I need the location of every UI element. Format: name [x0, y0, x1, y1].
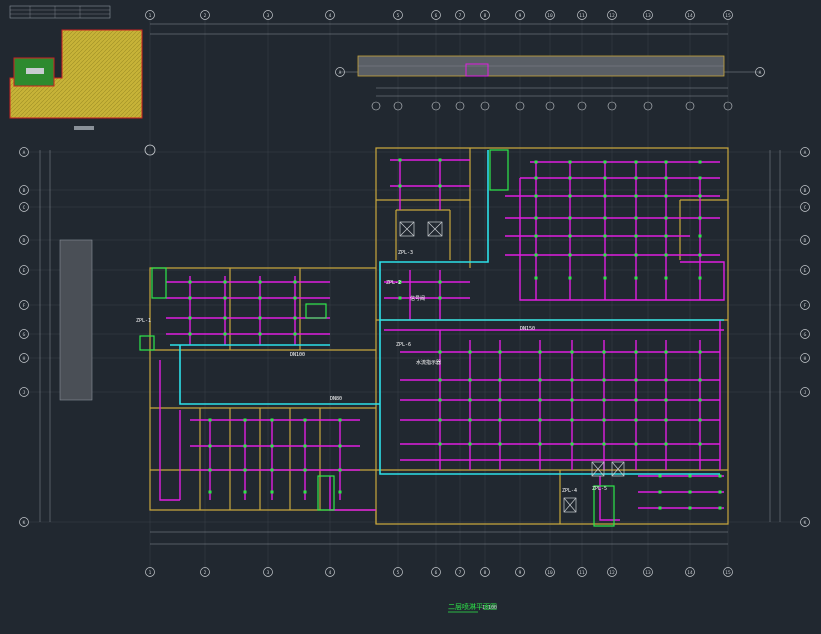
svg-text:H: H — [23, 356, 26, 362]
axis-bubble-top-10: 10 — [545, 10, 555, 20]
label-pipe-dn150: DN150 — [520, 326, 535, 332]
svg-text:1: 1 — [149, 570, 152, 576]
svg-text:B: B — [23, 188, 26, 194]
axis-bubble-top-8: 8 — [480, 10, 490, 20]
svg-text:H: H — [804, 356, 807, 362]
drawing-title: 二层喷淋平面图 1:100 — [448, 602, 497, 613]
svg-text:12: 12 — [609, 570, 615, 576]
svg-text:2: 2 — [204, 13, 207, 19]
sprinkler-pipes — [159, 159, 725, 521]
svg-text:4: 4 — [329, 570, 332, 576]
label-riser-1: ZPL-1 — [136, 318, 151, 324]
svg-text:E: E — [23, 268, 26, 274]
svg-text:13: 13 — [645, 13, 651, 19]
axis-bubble-top-14: 14 — [685, 10, 695, 20]
svg-text:K: K — [23, 520, 26, 526]
axis-bubble-top-12: 12 — [607, 10, 617, 20]
svg-text:J: J — [804, 390, 807, 396]
cad-drawing-canvas: 1 2 3 4 5 6 7 8 9 10 11 12 13 14 15 1 2 3 4 5 6 7 8 9 10 11 12 13 14… — [0, 0, 821, 630]
svg-text:B: B — [804, 188, 807, 194]
svg-text:E: E — [804, 268, 807, 274]
svg-text:8: 8 — [484, 570, 487, 576]
svg-text:9: 9 — [519, 570, 522, 576]
label-riser-5: ZPL-5 — [592, 486, 607, 492]
svg-text:G: G — [23, 332, 26, 338]
stair-core-left — [59, 239, 93, 401]
axis-bubble-top-1: 1 — [145, 10, 155, 20]
label-riser-3: ZPL-3 — [398, 250, 413, 256]
svg-text:2: 2 — [204, 570, 207, 576]
svg-text:F: F — [23, 303, 26, 309]
axis-bubble-top-13: 13 — [643, 10, 653, 20]
svg-text:6: 6 — [435, 13, 438, 19]
svg-text:11: 11 — [579, 13, 585, 19]
svg-text:14: 14 — [687, 570, 693, 576]
label-pipe-dn80: DN80 — [330, 396, 342, 402]
svg-text:15: 15 — [725, 13, 731, 19]
drawing-scale: 1:100 — [482, 605, 497, 611]
svg-text:D: D — [804, 238, 807, 244]
axis-bubble-top-6: 6 — [431, 10, 441, 20]
key-plan — [9, 29, 143, 130]
svg-text:10: 10 — [547, 570, 553, 576]
label-valve: 信号阀 — [410, 295, 425, 302]
svg-text:D: D — [23, 238, 26, 244]
svg-text:14: 14 — [687, 13, 693, 19]
svg-text:K: K — [804, 520, 807, 526]
elevator-shafts — [399, 221, 625, 513]
axis-bubble-top-9: 9 — [515, 10, 525, 20]
svg-text:4: 4 — [329, 13, 332, 19]
svg-text:6: 6 — [435, 570, 438, 576]
axis-bubble-top-5: 5 — [393, 10, 403, 20]
title-block — [9, 5, 111, 19]
label-riser-6: ZPL-6 — [396, 342, 411, 348]
svg-text:C: C — [804, 205, 807, 211]
svg-text:7: 7 — [459, 570, 462, 576]
axis-bubble-top-7: 7 — [455, 10, 465, 20]
svg-text:15: 15 — [725, 570, 731, 576]
svg-text:11: 11 — [579, 570, 585, 576]
svg-text:3: 3 — [267, 13, 270, 19]
axis-bubble-top-2: 2 — [200, 10, 210, 20]
svg-text:A: A — [804, 150, 807, 156]
axis-bubble-top-4: 4 — [325, 10, 335, 20]
svg-text:5: 5 — [397, 570, 400, 576]
svg-text:C: C — [23, 205, 26, 211]
svg-text:10: 10 — [547, 13, 553, 19]
label-flow: 水流指示器 — [416, 359, 441, 366]
svg-text:13: 13 — [645, 570, 651, 576]
svg-text:8: 8 — [484, 13, 487, 19]
label-riser-4: ZPL-4 — [562, 488, 577, 494]
label-riser-2: ZPL-2 — [386, 280, 401, 286]
svg-text:G: G — [804, 332, 807, 338]
svg-text:F: F — [804, 303, 807, 309]
upper-canopy — [357, 55, 725, 77]
svg-text:12: 12 — [609, 13, 615, 19]
svg-text:A: A — [339, 70, 342, 76]
axis-bubble-top-15: 15 — [723, 10, 733, 20]
building-walls — [149, 147, 729, 525]
svg-text:1: 1 — [149, 13, 152, 19]
axis-bubble-strip-0 — [371, 101, 381, 111]
label-pipe-dn100: DN100 — [290, 352, 305, 358]
svg-text:9: 9 — [519, 13, 522, 19]
svg-text:A: A — [23, 150, 26, 156]
floor-plan-svg: 1 2 3 4 5 6 7 8 9 10 11 12 13 14 151 2 3 4 5 6 7 8 9 10 11 12 13 14… — [9, 5, 810, 613]
svg-text:5: 5 — [397, 13, 400, 19]
axis-bubble-top-11: 11 — [577, 10, 587, 20]
svg-text:3: 3 — [267, 570, 270, 576]
axis-bubble-top-3: 3 — [263, 10, 273, 20]
svg-text:J: J — [23, 390, 26, 396]
main-supply-pipe — [170, 150, 724, 475]
svg-text:A: A — [759, 70, 762, 76]
svg-text:7: 7 — [459, 13, 462, 19]
